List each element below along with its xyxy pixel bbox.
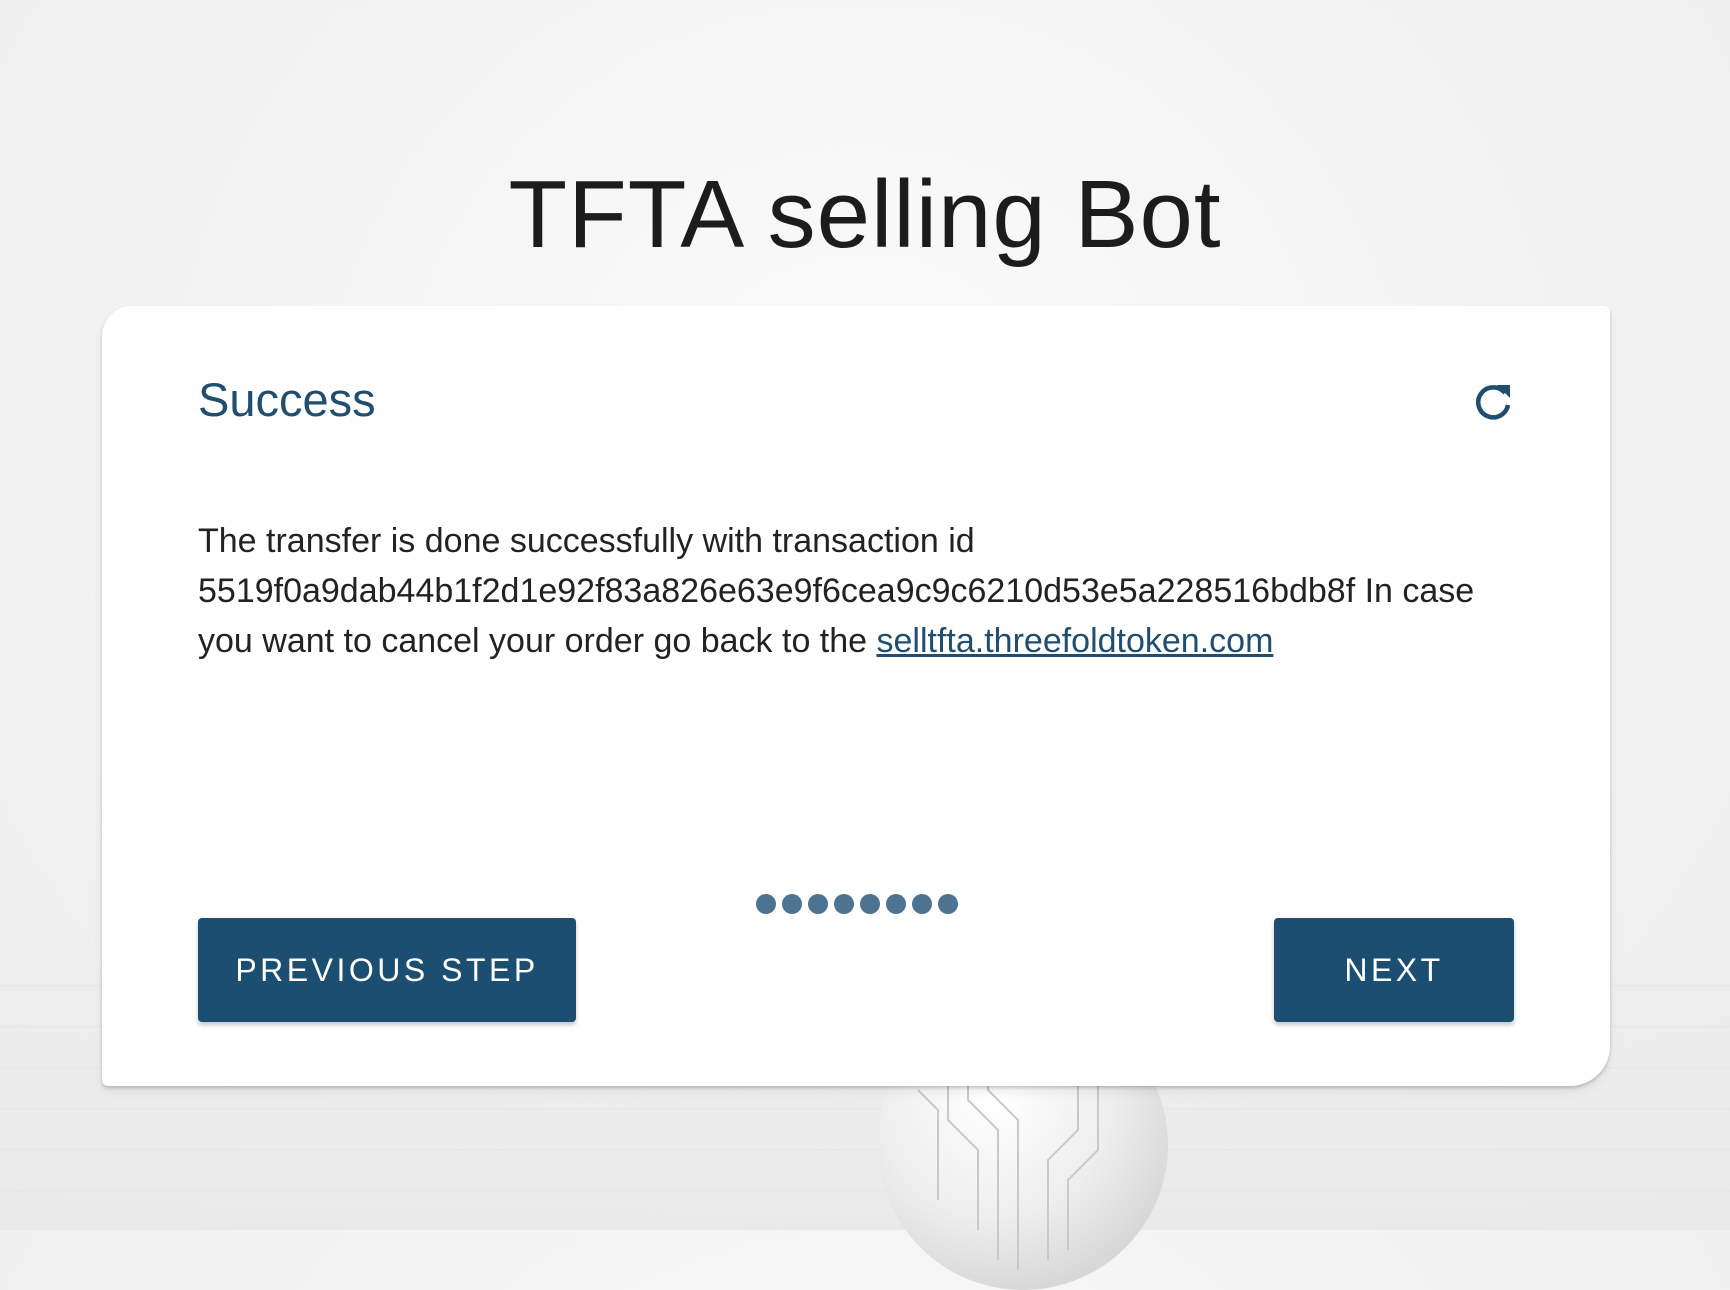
selltfta-link[interactable]: selltfta.threefoldtoken.com (877, 622, 1274, 660)
success-message-text: The transfer is done successfully with t… (198, 522, 1475, 660)
refresh-icon (1476, 385, 1511, 420)
step-dot (886, 894, 906, 914)
step-dot (834, 894, 854, 914)
page-title: TFTA selling Bot (508, 161, 1222, 269)
success-message: The transfer is done successfully with t… (198, 516, 1528, 666)
step-card: Success The transfer is done successfull… (102, 306, 1610, 1086)
next-button[interactable]: NEXT (1274, 918, 1514, 1022)
step-dot (938, 894, 958, 914)
step-dot (756, 894, 776, 914)
refresh-button[interactable] (1470, 380, 1516, 426)
step-dot (808, 894, 828, 914)
previous-step-button[interactable]: PREVIOUS STEP (198, 918, 576, 1022)
step-dot (860, 894, 880, 914)
card-title: Success (198, 373, 376, 426)
step-indicator (756, 894, 958, 914)
step-dot (912, 894, 932, 914)
step-dot (782, 894, 802, 914)
